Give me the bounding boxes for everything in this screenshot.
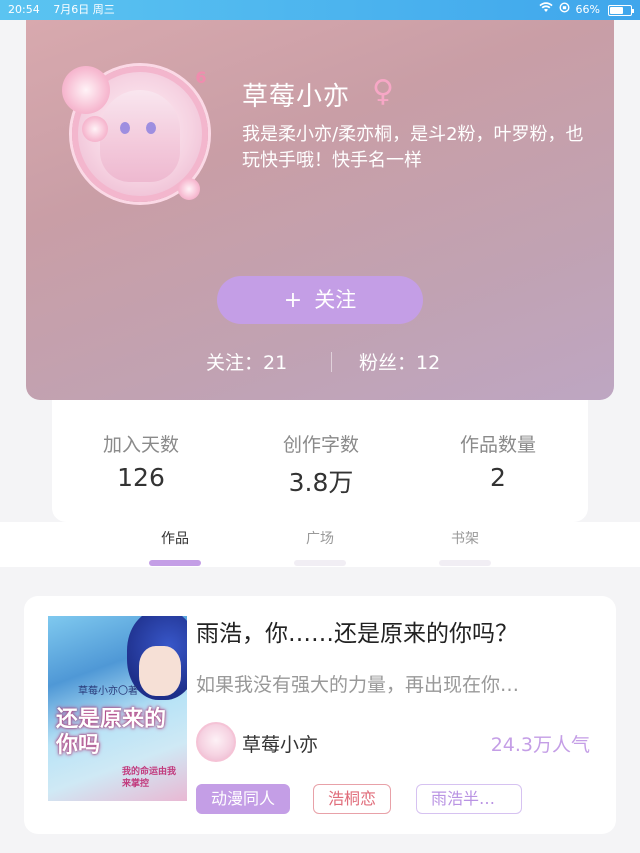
popularity-count: 24.3万人气 <box>490 734 590 756</box>
tab-square[interactable]: 广场 <box>285 528 355 566</box>
rotation-lock-icon <box>559 0 570 20</box>
tab-label: 书架 <box>451 531 479 547</box>
stat-value: 126 <box>117 463 165 492</box>
work-card[interactable]: 草莓小亦〇著 还是原来的你吗 我的命运由我来掌控 雨浩，你……还是原来的你吗？ … <box>24 596 616 834</box>
tag-ship[interactable]: 浩桐恋 <box>313 784 392 814</box>
wifi-icon <box>538 0 553 20</box>
tag-character[interactable]: 雨浩半… <box>416 784 522 814</box>
stat-join-days: 加入天数 126 <box>66 430 216 492</box>
profile-bio: 我是柔小亦/柔亦桐，是斗2粉，叶罗粉，也玩快手哦！快手名一样 <box>242 124 584 171</box>
profile-username: 草莓小亦 <box>242 82 351 112</box>
status-time: 20:54 <box>8 3 40 16</box>
tab-works[interactable]: 作品 <box>140 528 210 566</box>
stat-label: 作品数量 <box>459 434 536 456</box>
battery-percent: 66% <box>575 3 600 16</box>
stat-works-count: 作品数量 2 <box>423 430 573 492</box>
tab-bookshelf[interactable]: 书架 <box>430 528 500 566</box>
cover-title: 还是原来的你吗 <box>56 706 167 758</box>
cover-subtitle: 我的命运由我来掌控 <box>122 767 177 789</box>
stat-value: 3.8万 <box>288 468 354 497</box>
stat-word-count: 创作字数 3.8万 <box>246 430 396 499</box>
flower-decoration-icon <box>62 66 110 114</box>
author-name: 草莓小亦 <box>242 734 319 756</box>
status-date: 7月6日 周三 <box>53 3 115 16</box>
tab-indicator <box>149 560 201 566</box>
stat-label: 加入天数 <box>102 434 179 456</box>
tab-label: 广场 <box>306 531 334 547</box>
author-avatar <box>196 722 236 762</box>
stats-card: 加入天数 126 创作字数 3.8万 作品数量 2 <box>52 400 588 522</box>
avatar-character <box>100 90 180 182</box>
tab-indicator <box>439 560 491 566</box>
profile-avatar[interactable]: 6 <box>62 60 214 208</box>
cover-author: 草莓小亦〇著 <box>78 686 138 697</box>
following-count[interactable]: 关注：21 <box>206 348 287 375</box>
follow-button-label: 关注 <box>314 288 357 312</box>
stat-label: 创作字数 <box>282 434 359 456</box>
work-cover-image[interactable]: 草莓小亦〇著 还是原来的你吗 我的命运由我来掌控 <box>48 616 187 801</box>
tab-label: 作品 <box>161 531 189 547</box>
battery-icon <box>608 4 634 16</box>
counts-divider <box>331 352 332 372</box>
avatar-eye-left <box>120 122 130 134</box>
work-title[interactable]: 雨浩，你……还是原来的你吗？ <box>196 618 596 650</box>
work-description: 如果我没有强大的力量，再出现在你… <box>196 674 520 696</box>
avatar-eye-right <box>146 122 156 134</box>
tag-anime-fanfic[interactable]: 动漫同人 <box>196 784 291 814</box>
profile-header: 6 草莓小亦 ♀ 我是柔小亦/柔亦桐，是斗2粉，叶罗粉，也玩快手哦！快手名一样 … <box>26 20 614 400</box>
follow-counts: 关注：21 粉丝：12 <box>26 348 614 376</box>
female-gender-icon: ♀ <box>372 74 394 109</box>
follow-button[interactable]: + 关注 <box>217 276 423 324</box>
level-badge: 6 <box>195 68 207 87</box>
stat-value: 2 <box>490 463 506 492</box>
followers-count[interactable]: 粉丝：12 <box>359 348 440 375</box>
butterfly-decoration-icon <box>178 178 200 200</box>
plus-icon: + <box>283 288 303 313</box>
flower-decoration-icon <box>82 116 108 142</box>
cover-character-face <box>139 646 181 696</box>
status-bar: 20:54 7月6日 周三 66% <box>0 0 640 20</box>
profile-tabs: 作品 广场 书架 <box>0 522 640 567</box>
tab-indicator <box>294 560 346 566</box>
